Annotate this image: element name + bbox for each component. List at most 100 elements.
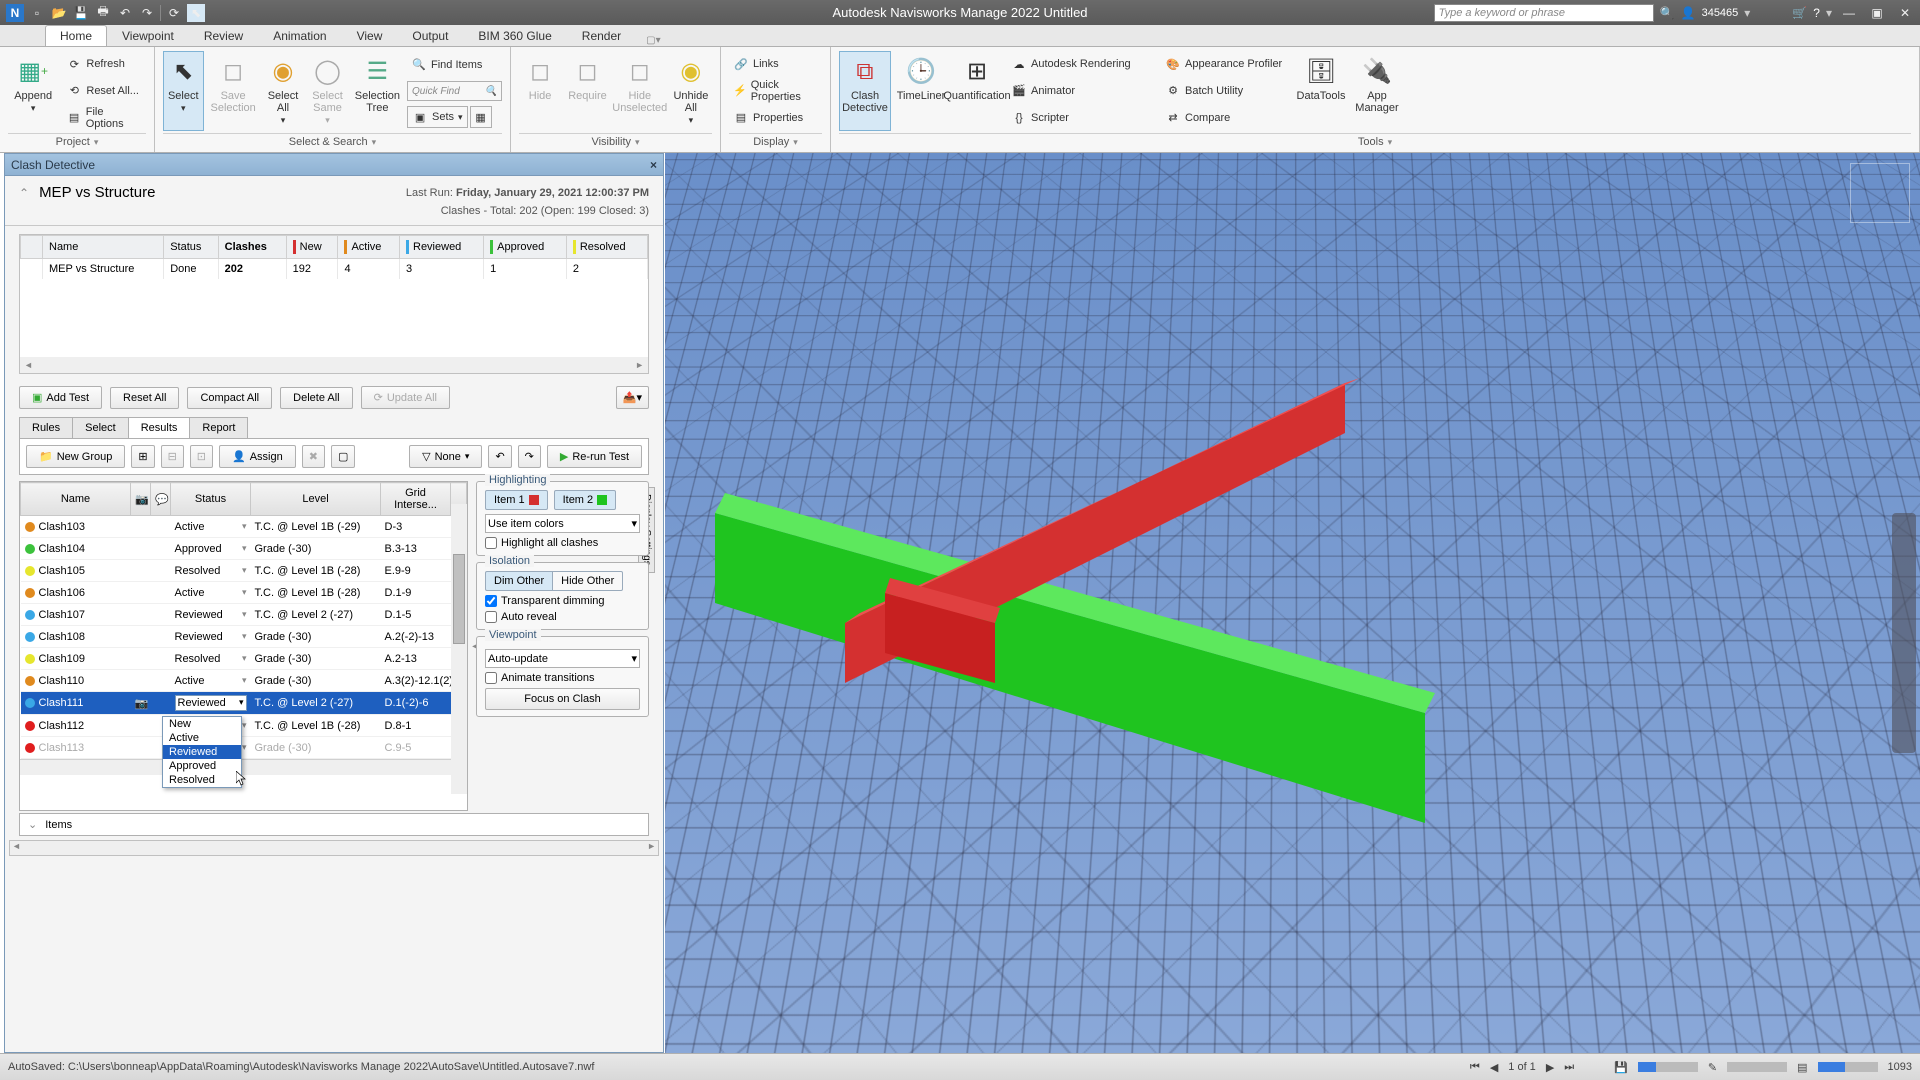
item1-toggle[interactable]: Item 1 xyxy=(485,490,548,510)
tab-bim360glue[interactable]: BIM 360 Glue xyxy=(463,25,566,46)
save-selection-button[interactable]: ◻Save Selection xyxy=(208,51,259,131)
app-menu-icon[interactable]: N xyxy=(6,4,24,22)
grid-col-camera-icon[interactable]: 📷 xyxy=(131,483,151,516)
ribbon-overflow-icon[interactable]: ▢▾ xyxy=(646,35,660,46)
infocenter-icon[interactable]: 🔍 xyxy=(1660,6,1675,20)
status-option[interactable]: Resolved xyxy=(163,773,241,787)
select-same-button[interactable]: ◯Select Same▾ xyxy=(307,51,348,131)
grid-col-grid[interactable]: Grid Interse... xyxy=(381,483,451,516)
items-expand-icon[interactable]: ⌄ xyxy=(28,818,37,831)
col-status[interactable]: Status xyxy=(164,236,218,259)
animator-button[interactable]: 🎬Animator xyxy=(1007,80,1157,102)
new-group-button[interactable]: 📁New Group xyxy=(26,445,125,468)
status-cell[interactable]: Reviewed▾ xyxy=(171,626,251,648)
clash-row[interactable]: Clash108Reviewed▾Grade (-30)A.2(-2)-13 xyxy=(21,626,467,648)
add-test-button[interactable]: ▣Add Test xyxy=(19,386,102,409)
clash-row[interactable]: Clash110Active▾Grade (-30)A.3(2)-12.1(2) xyxy=(21,670,467,692)
rerun-test-button[interactable]: ▶Re-run Test xyxy=(547,445,642,468)
sheet-nav-next-icon[interactable]: ▶ xyxy=(1546,1061,1554,1074)
print-icon[interactable]: 🖶 xyxy=(94,4,112,22)
tab-view[interactable]: View xyxy=(342,25,398,46)
tab-select[interactable]: Select xyxy=(72,417,129,438)
view-cube[interactable] xyxy=(1850,163,1910,223)
update-all-button[interactable]: ⟳Update All xyxy=(361,386,450,409)
maximize-icon[interactable]: ▣ xyxy=(1866,4,1888,22)
quick-properties-button[interactable]: ⚡Quick Properties xyxy=(729,80,822,102)
animate-transitions-checkbox[interactable]: Animate transitions xyxy=(485,672,640,684)
auto-reveal-checkbox[interactable]: Auto reveal xyxy=(485,611,640,623)
sets-aux-button[interactable]: ▦ xyxy=(470,106,492,128)
find-items-button[interactable]: 🔍Find Items xyxy=(407,54,502,76)
status-cell[interactable]: Active▾ xyxy=(171,670,251,692)
col-resolved[interactable]: Resolved xyxy=(566,236,647,259)
exchange-icon[interactable]: 🛒 xyxy=(1792,6,1807,20)
status-option[interactable]: Approved xyxy=(163,759,241,773)
tab-results[interactable]: Results xyxy=(128,417,191,438)
properties-button[interactable]: ▤Properties xyxy=(729,107,822,129)
new-icon[interactable]: ▫ xyxy=(28,4,46,22)
tab-report[interactable]: Report xyxy=(189,417,248,438)
status-dropdown[interactable]: NewActiveReviewedApprovedResolved xyxy=(162,716,242,788)
clash-row[interactable]: Clash103Active▾T.C. @ Level 1B (-29)D-3 xyxy=(21,516,467,538)
close-icon[interactable]: ✕ xyxy=(1894,4,1916,22)
tab-review[interactable]: Review xyxy=(189,25,258,46)
filter-button[interactable]: ▢ xyxy=(331,445,355,468)
clash-row[interactable]: Clash106Active▾T.C. @ Level 1B (-28)D.1-… xyxy=(21,582,467,604)
compare-button[interactable]: ⇄Compare xyxy=(1161,107,1291,129)
col-name[interactable]: Name xyxy=(43,236,164,259)
import-export-button[interactable]: 📤▾ xyxy=(616,386,649,409)
highlight-all-checkbox[interactable]: Highlight all clashes xyxy=(485,537,640,549)
status-cell[interactable]: Resolved▾ xyxy=(171,560,251,582)
refresh-icon[interactable]: ⟳ xyxy=(165,4,183,22)
refresh-button[interactable]: ⟳Refresh xyxy=(62,53,146,75)
col-new[interactable]: New xyxy=(286,236,338,259)
grid-col-level[interactable]: Level xyxy=(251,483,381,516)
focus-on-clash-button[interactable]: Focus on Clash xyxy=(485,688,640,710)
item2-toggle[interactable]: Item 2 xyxy=(554,490,617,510)
col-clashes[interactable]: Clashes xyxy=(218,236,286,259)
sheet-nav-first-icon[interactable]: ⏮ xyxy=(1470,1061,1480,1074)
save-icon[interactable]: 💾 xyxy=(72,4,90,22)
status-option[interactable]: Active xyxy=(163,731,241,745)
open-icon[interactable]: 📂 xyxy=(50,4,68,22)
col-approved[interactable]: Approved xyxy=(484,236,567,259)
undo-icon[interactable]: ↶ xyxy=(116,4,134,22)
status-cell[interactable]: Reviewed▾ xyxy=(171,692,251,715)
test-row[interactable]: MEP vs Structure Done 202 192 4 3 1 2 xyxy=(21,259,648,280)
clash-row[interactable]: Clash109Resolved▾Grade (-30)A.2-13 xyxy=(21,648,467,670)
user-icon[interactable]: 👤 xyxy=(1681,6,1696,20)
clash-row[interactable]: Clash107Reviewed▾T.C. @ Level 2 (-27)D.1… xyxy=(21,604,467,626)
sets-button[interactable]: ▣Sets▾ xyxy=(407,106,468,128)
clash-vscroll[interactable] xyxy=(451,504,467,794)
clash-detective-button[interactable]: ⧉Clash Detective xyxy=(839,51,891,131)
grid-col-status[interactable]: Status xyxy=(171,483,251,516)
clash-row[interactable]: Clash105Resolved▾T.C. @ Level 1B (-28)E.… xyxy=(21,560,467,582)
col-active[interactable]: Active xyxy=(338,236,400,259)
require-button[interactable]: ◻Require xyxy=(565,51,610,131)
select-button[interactable]: ⬉Select▾ xyxy=(163,51,204,131)
status-cell[interactable]: Resolved▾ xyxy=(171,648,251,670)
timeliner-button[interactable]: 🕒TimeLiner xyxy=(895,51,947,131)
scripter-button[interactable]: {}Scripter xyxy=(1007,107,1157,129)
status-cell[interactable]: Approved▾ xyxy=(171,538,251,560)
quantification-button[interactable]: ⊞Quantification xyxy=(951,51,1003,131)
hide-button[interactable]: ◻Hide xyxy=(519,51,561,131)
tab-viewpoint[interactable]: Viewpoint xyxy=(107,25,189,46)
clash-row[interactable]: Clash111📷Reviewed▾T.C. @ Level 2 (-27)D.… xyxy=(21,692,467,715)
selection-tree-button[interactable]: ☰Selection Tree xyxy=(352,51,403,131)
viewpoint-mode-select[interactable]: Auto-update▾ xyxy=(485,649,640,668)
delete-all-button[interactable]: Delete All xyxy=(280,387,352,409)
redo-icon[interactable]: ↷ xyxy=(138,4,156,22)
tab-output[interactable]: Output xyxy=(397,25,463,46)
col-reviewed[interactable]: Reviewed xyxy=(400,236,484,259)
minimize-icon[interactable]: — xyxy=(1838,4,1860,22)
assign-button[interactable]: 👤Assign xyxy=(219,445,296,468)
append-button[interactable]: ▦+Append▾ xyxy=(8,51,58,131)
hide-other-button[interactable]: Hide Other xyxy=(552,571,623,591)
summary-expand-icon[interactable]: ⌃ xyxy=(19,186,29,200)
clash-row[interactable]: Clash112Active▾T.C. @ Level 1B (-28)D.8-… xyxy=(21,715,467,737)
datatools-button[interactable]: 🗄DataTools xyxy=(1295,51,1347,131)
tab-render[interactable]: Render xyxy=(567,25,636,46)
hide-unselected-button[interactable]: ◻Hide Unselected xyxy=(614,51,666,131)
links-button[interactable]: 🔗Links xyxy=(729,53,822,75)
